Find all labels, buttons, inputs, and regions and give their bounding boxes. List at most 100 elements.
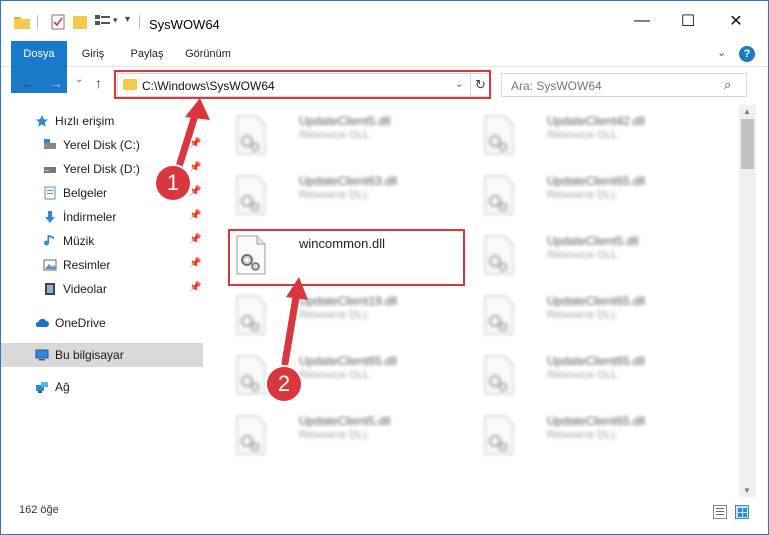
minimize-button[interactable]: — bbox=[619, 1, 665, 41]
file-item[interactable]: UpdateClient5.dll Resource DLL bbox=[477, 231, 717, 283]
dll-file-icon bbox=[236, 115, 266, 155]
pin-icon[interactable]: 📌 bbox=[189, 258, 201, 269]
customize-icon[interactable] bbox=[95, 15, 111, 27]
pin-icon[interactable]: 📌 bbox=[189, 234, 201, 245]
music-icon bbox=[44, 235, 54, 246]
file-name: UpdateClient65.dll bbox=[547, 174, 646, 188]
tab-giris[interactable]: Giriş bbox=[73, 41, 113, 67]
properties-icon[interactable] bbox=[51, 14, 65, 30]
tiles-view-icon[interactable] bbox=[735, 505, 749, 519]
ribbon-tabs: Dosya Giriş Paylaş Görünüm ⌄ ? bbox=[1, 41, 768, 93]
pin-icon[interactable]: 📌 bbox=[189, 282, 201, 293]
pin-icon[interactable]: 📌 bbox=[189, 210, 201, 221]
vertical-scrollbar[interactable]: ▲ ▼ bbox=[739, 105, 756, 497]
sidebar-item-quick-access[interactable]: Hızlı erişim bbox=[1, 109, 203, 133]
search-input[interactable]: Ara: SysWOW64 bbox=[511, 79, 602, 93]
file-name: UpdateClient65.dll bbox=[547, 294, 646, 308]
sidebar-item-label: İndirmeler bbox=[63, 210, 117, 224]
file-item[interactable]: UpdateClient42.dll Resource DLL bbox=[477, 111, 717, 163]
address-highlight-box bbox=[114, 70, 491, 99]
file-item[interactable]: UpdateClient65.dll Resource DLL bbox=[477, 351, 717, 403]
computer-icon bbox=[35, 349, 49, 361]
title-bar: ▾ ▾ SysWOW64 — ☐ ✕ bbox=[1, 1, 768, 41]
sidebar-item-onedrive[interactable]: OneDrive bbox=[1, 311, 203, 335]
sidebar-item-music[interactable]: Müzik 📌 bbox=[1, 229, 203, 253]
pin-icon[interactable]: 📌 bbox=[189, 162, 201, 173]
chevron-down-icon[interactable]: ▾ bbox=[113, 15, 118, 26]
file-description: Resource DLL bbox=[299, 309, 370, 321]
back-button[interactable]: ← bbox=[21, 75, 35, 91]
drive-icon bbox=[44, 139, 56, 149]
file-list: UpdateClient5.dll Resource DLL UpdateCli… bbox=[207, 105, 739, 497]
file-name: UpdateClient5.dll bbox=[299, 414, 391, 428]
up-button[interactable]: ↑ bbox=[95, 75, 102, 91]
file-name: UpdateClient65.dll bbox=[299, 354, 398, 368]
file-item[interactable]: UpdateClient65.dll Resource DLL bbox=[477, 411, 717, 463]
file-highlight-box bbox=[228, 229, 465, 286]
file-name: UpdateClient5.dll bbox=[547, 234, 639, 248]
dll-file-icon bbox=[484, 235, 514, 275]
dll-file-icon bbox=[236, 415, 266, 455]
sidebar-item-label: Resimler bbox=[63, 258, 111, 272]
new-folder-icon[interactable] bbox=[73, 14, 87, 30]
recent-locations-button[interactable]: ⌄ bbox=[75, 74, 83, 85]
scrollbar-thumb[interactable] bbox=[741, 119, 754, 169]
file-name: UpdateClient42.dll bbox=[547, 114, 646, 128]
star-icon bbox=[36, 115, 48, 127]
scroll-up-icon[interactable]: ▲ bbox=[743, 107, 751, 116]
file-item[interactable]: UpdateClient63.dll Resource DLL bbox=[229, 171, 469, 223]
sidebar-item-local-disk-c[interactable]: Yerel Disk (C:) 📌 bbox=[1, 133, 203, 157]
close-button[interactable]: ✕ bbox=[713, 1, 759, 41]
sidebar-item-downloads[interactable]: İndirmeler 📌 bbox=[1, 205, 203, 229]
file-item[interactable]: UpdateClient5.dll Resource DLL bbox=[229, 411, 469, 463]
file-item[interactable]: UpdateClient19.dll Resource DLL bbox=[229, 291, 469, 343]
search-icon: ⌕ bbox=[724, 77, 732, 92]
sidebar-item-videos[interactable]: Videolar 📌 bbox=[1, 277, 203, 301]
forward-button[interactable]: → bbox=[49, 75, 63, 91]
file-description: Resource DLL bbox=[547, 129, 618, 141]
dll-file-icon bbox=[484, 355, 514, 395]
explorer-window: ▾ ▾ SysWOW64 — ☐ ✕ Dosya Giriş Paylaş Gö… bbox=[0, 0, 769, 535]
sidebar-item-this-pc[interactable]: Bu bilgisayar bbox=[1, 343, 203, 367]
sidebar-item-label: Hızlı erişim bbox=[55, 114, 115, 128]
file-description: Resource DLL bbox=[547, 429, 618, 441]
quick-access-dropdown-icon[interactable]: ▾ bbox=[125, 14, 130, 25]
sidebar-item-label: Belgeler bbox=[63, 186, 108, 200]
documents-icon bbox=[44, 186, 56, 200]
sidebar-item-label: OneDrive bbox=[55, 316, 106, 330]
file-name: UpdateClient65.dll bbox=[547, 414, 646, 428]
sidebar-item-network[interactable]: Ağ bbox=[1, 375, 203, 399]
callout-step-1: 1 bbox=[154, 164, 192, 202]
file-item[interactable]: UpdateClient5.dll Resource DLL bbox=[229, 111, 469, 163]
videos-icon bbox=[45, 283, 55, 295]
dll-file-icon bbox=[236, 295, 266, 335]
search-box[interactable]: Ara: SysWOW64 ⌕ bbox=[501, 73, 747, 97]
pin-icon[interactable]: 📌 bbox=[189, 138, 201, 149]
status-bar: 162 öğe bbox=[1, 501, 768, 523]
drive-icon bbox=[44, 167, 56, 173]
folder-icon bbox=[14, 17, 30, 29]
scroll-down-icon[interactable]: ▼ bbox=[743, 486, 751, 495]
expand-ribbon-icon[interactable]: ⌄ bbox=[717, 46, 726, 59]
file-name: UpdateClient63.dll bbox=[299, 174, 398, 188]
file-description: Resource DLL bbox=[299, 369, 370, 381]
file-item[interactable]: UpdateClient65.dll Resource DLL bbox=[477, 171, 717, 223]
dll-file-icon bbox=[236, 175, 266, 215]
file-name: UpdateClient5.dll bbox=[299, 114, 391, 128]
pictures-icon bbox=[43, 259, 57, 271]
file-item[interactable]: UpdateClient65.dll Resource DLL bbox=[477, 291, 717, 343]
tab-paylas[interactable]: Paylaş bbox=[123, 41, 171, 67]
help-icon[interactable]: ? bbox=[739, 46, 755, 62]
tab-gorunum[interactable]: Görünüm bbox=[177, 41, 239, 67]
sidebar-item-pictures[interactable]: Resimler 📌 bbox=[1, 253, 203, 277]
network-icon bbox=[36, 382, 48, 393]
separator bbox=[37, 15, 38, 29]
details-view-icon[interactable] bbox=[713, 505, 727, 519]
maximize-button[interactable]: ☐ bbox=[665, 1, 711, 41]
sidebar-item-label: Bu bilgisayar bbox=[55, 348, 124, 362]
file-name: UpdateClient65.dll bbox=[547, 354, 646, 368]
dll-file-icon bbox=[484, 115, 514, 155]
sidebar-item-label: Yerel Disk (D:) bbox=[63, 162, 140, 176]
item-count: 162 öğe bbox=[19, 504, 59, 516]
separator bbox=[139, 15, 140, 29]
